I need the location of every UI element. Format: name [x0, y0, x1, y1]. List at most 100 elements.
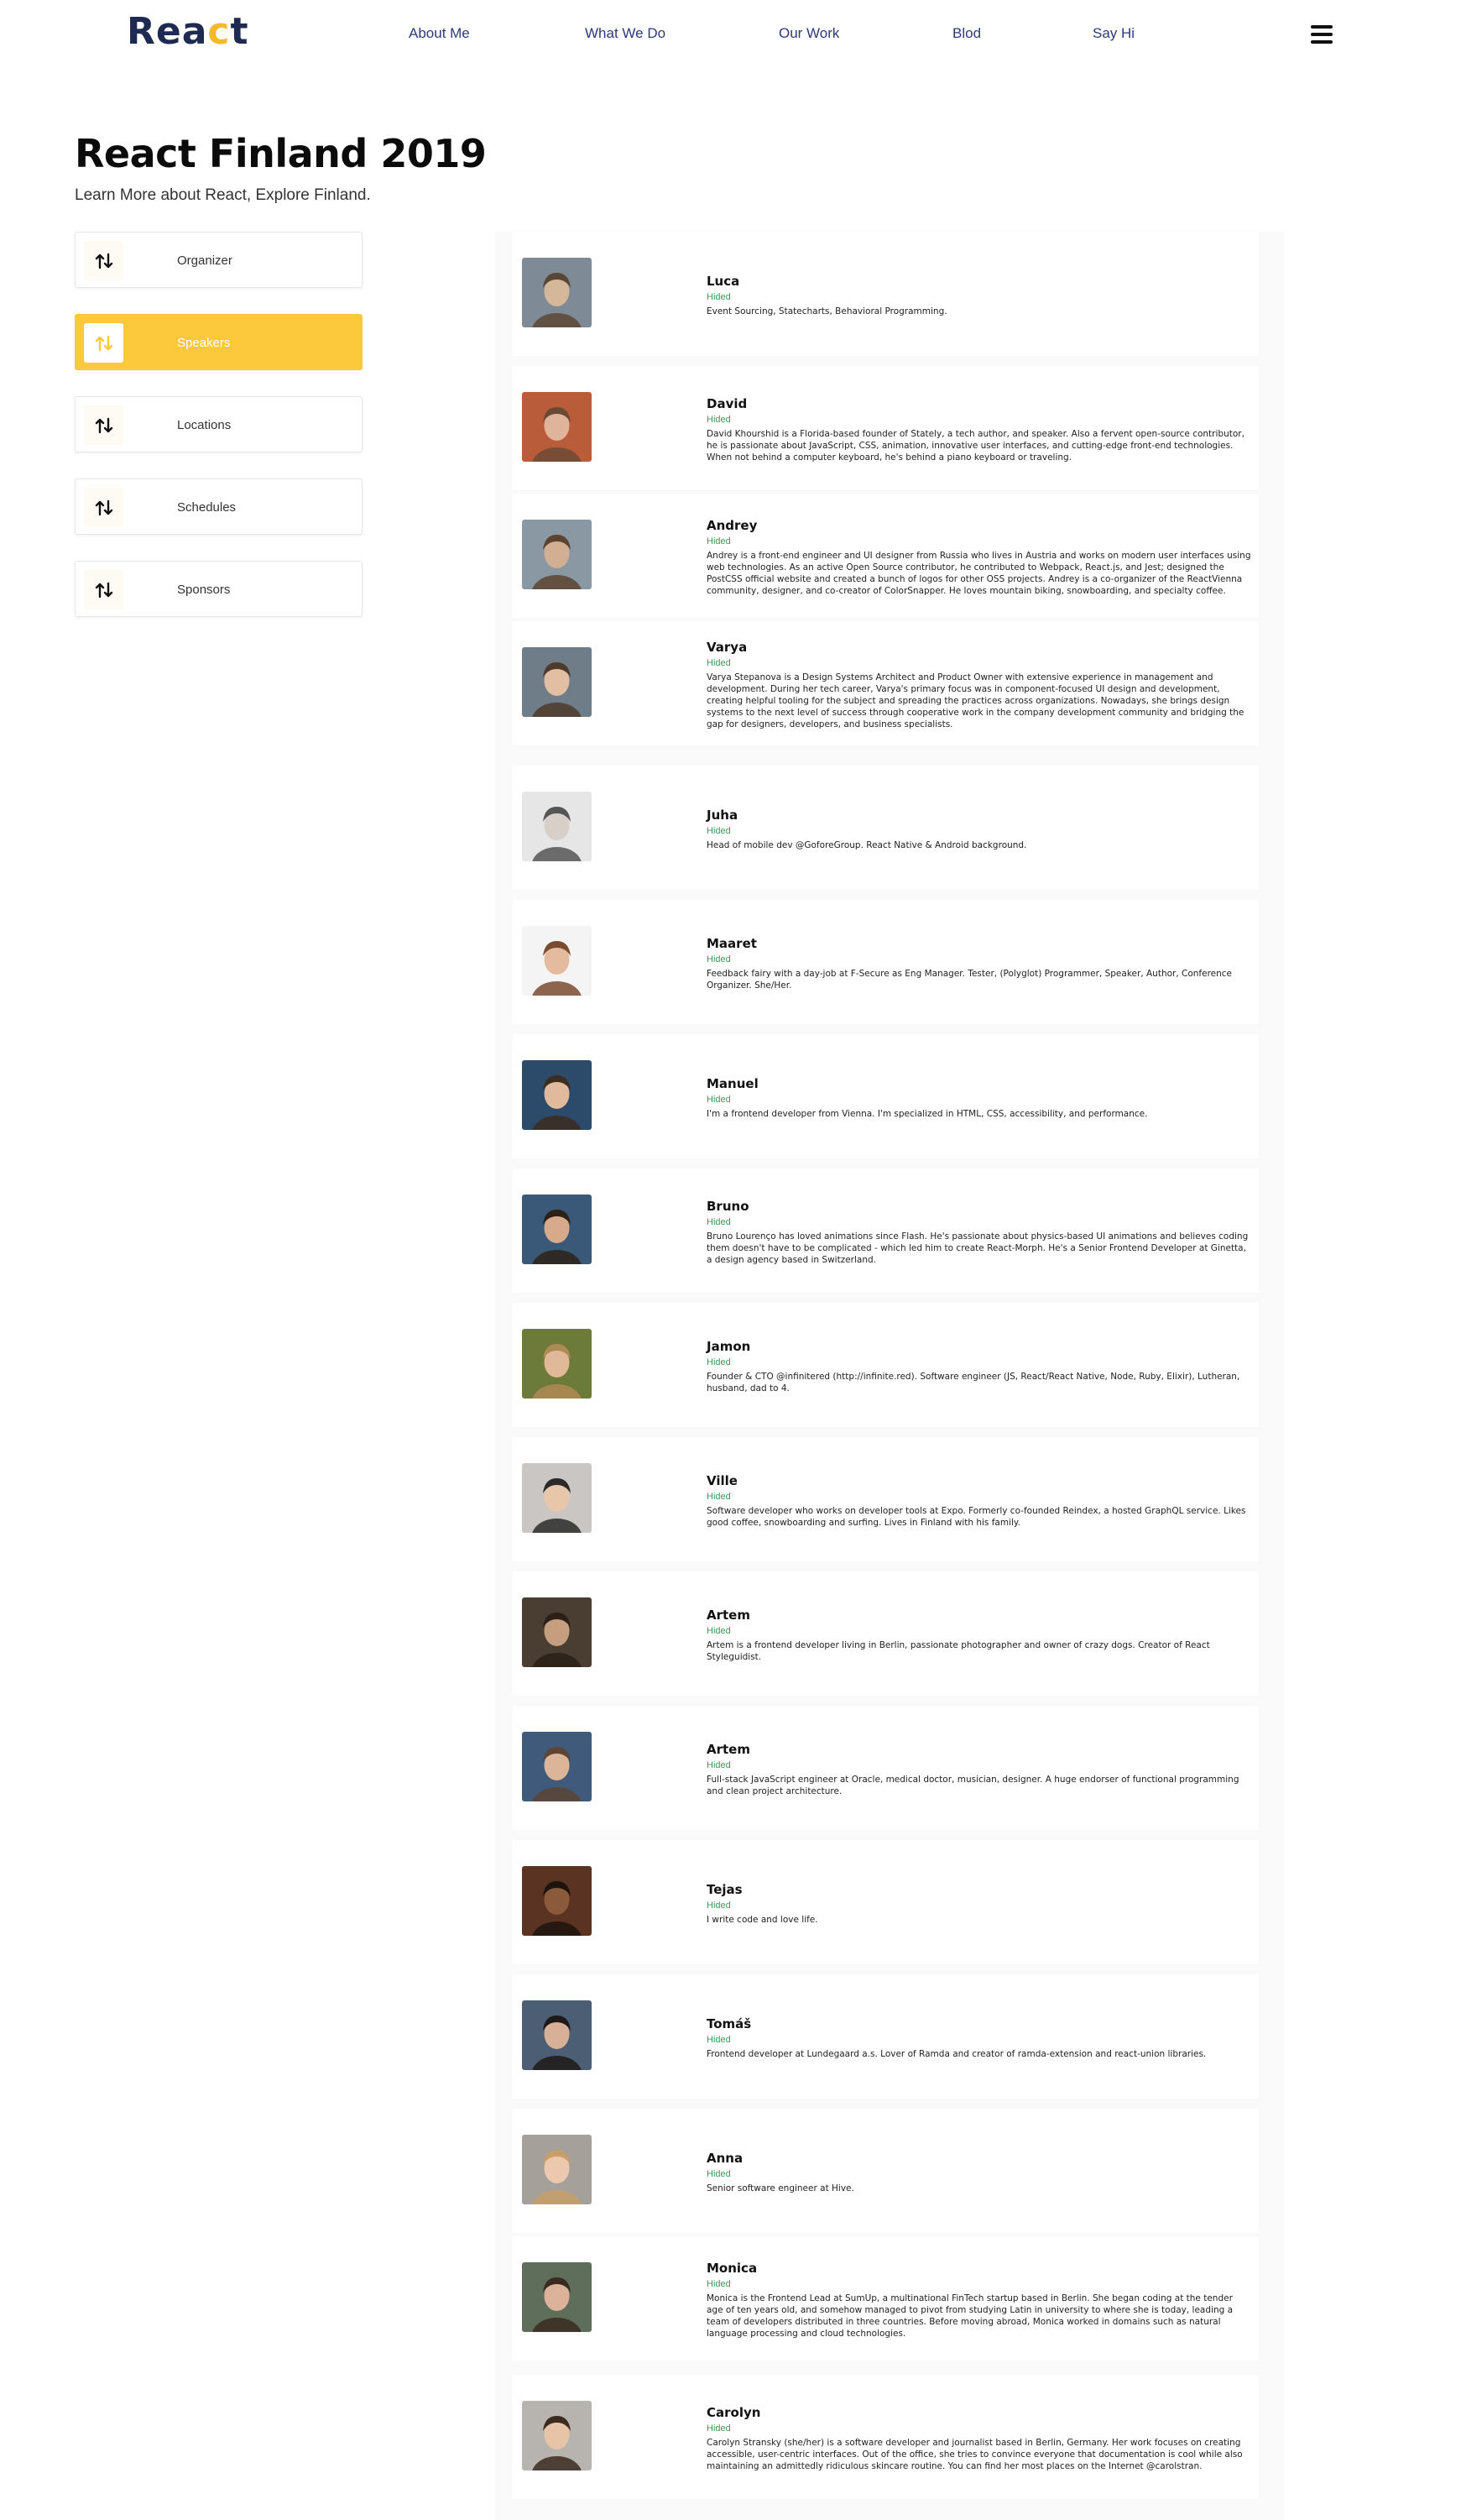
- speaker-bio-line: Organizer. She/Her.: [707, 980, 792, 991]
- speaker-card[interactable]: Tomáš Hided Frontend developer at Lundegaa…: [512, 1974, 1259, 2099]
- speaker-avatar: [522, 2262, 592, 2332]
- speaker-bio: Frontend developer at Lundegaard a.s. Lo…: [707, 2048, 1252, 2060]
- speaker-status: Hided: [707, 1357, 731, 1367]
- speaker-bio-line: development. During her tech career, Var…: [707, 684, 1220, 694]
- speaker-status: Hided: [707, 1095, 731, 1105]
- speaker-bio: Head of mobile dev @GoforeGroup. React N…: [707, 839, 1252, 851]
- speaker-bio-line: Bruno Lourenço has loved animations sinc…: [707, 1231, 1249, 1242]
- speaker-card[interactable]: Tejas Hided I write code and love life.: [512, 1840, 1259, 1964]
- page-title: React Finland 2019: [75, 131, 487, 176]
- speaker-bio-line: David Khourshid is a Florida-based found…: [707, 429, 1244, 439]
- speaker-name: Bruno: [707, 1199, 749, 1214]
- sort-arrows-icon: [84, 405, 123, 445]
- speaker-bio: Varya Stepanova is a Design Systems Arch…: [707, 672, 1252, 730]
- sidebar-item-sponsors[interactable]: Sponsors: [75, 561, 363, 617]
- speaker-avatar: [522, 1329, 592, 1399]
- sidebar-item-label: Schedules: [177, 500, 237, 515]
- speaker-card[interactable]: Varya Hided Varya Stepanova is a Design Sy…: [512, 621, 1259, 745]
- speaker-card[interactable]: Maaret Hided Feedback fairy with a day-job…: [512, 900, 1259, 1024]
- speaker-avatar: [522, 2401, 592, 2470]
- speaker-bio: Founder & CTO @infinitered (http://infin…: [707, 1371, 1252, 1394]
- speaker-bio-line: Software developer who works on develope…: [707, 1506, 1246, 1516]
- sidebar-item-organizer[interactable]: Organizer: [75, 232, 363, 288]
- speaker-card[interactable]: Artem Hided Full-stack JavaScript engineer…: [512, 1706, 1259, 1830]
- speaker-bio-line: he is passionate about JavaScript, CSS, …: [707, 441, 1234, 451]
- speaker-bio-line: a design agency based in Switzerland.: [707, 1255, 877, 1265]
- speaker-bio-line: Varya Stepanova is a Design Systems Arch…: [707, 672, 1213, 682]
- speaker-avatar: [522, 2135, 592, 2204]
- speaker-name: Andrey: [707, 518, 758, 533]
- speaker-card[interactable]: Manuel Hided I'm a frontend developer from…: [512, 1034, 1259, 1158]
- nav-about-me[interactable]: About Me: [409, 25, 470, 42]
- speaker-bio-line: language processing and cloud technologi…: [707, 2329, 906, 2339]
- sidebar-item-schedules[interactable]: Schedules: [75, 478, 363, 535]
- speaker-bio: Software developer who works on develope…: [707, 1505, 1252, 1529]
- speaker-bio-line: team of developers distributed in three …: [707, 2317, 1221, 2327]
- speaker-status: Hided: [707, 1626, 731, 1636]
- speaker-card[interactable]: Jamon Hided Founder & CTO @infinitered (ht…: [512, 1303, 1259, 1427]
- speaker-name: Carolyn: [707, 2405, 761, 2420]
- speaker-avatar: [522, 1060, 592, 1130]
- nav-say-hi[interactable]: Say Hi: [1093, 25, 1135, 42]
- speaker-status: Hided: [707, 2423, 731, 2434]
- speaker-status: Hided: [707, 954, 731, 965]
- speaker-bio-line: gap for designers, developers, and busin…: [707, 719, 953, 729]
- speaker-card[interactable]: Artem Hided Artem is a frontend developer …: [512, 1571, 1259, 1696]
- speaker-bio-line: Frontend developer at Lundegaard a.s. Lo…: [707, 2049, 1207, 2059]
- speaker-list: Luca Hided Event Sourcing, Statecharts, Be…: [495, 232, 1284, 2520]
- speaker-name: Juha: [707, 808, 738, 823]
- speaker-name: Anna: [707, 2151, 744, 2166]
- sidebar-item-label: Speakers: [177, 336, 231, 350]
- sidebar-item-label: Organizer: [177, 254, 232, 268]
- speaker-card[interactable]: Carolyn Hided Carolyn Stransky (she/her) i…: [512, 2375, 1259, 2499]
- speaker-avatar: [522, 392, 592, 462]
- speaker-card[interactable]: Andrey Hided Andrey is a front-end enginee…: [512, 494, 1259, 618]
- speaker-status: Hided: [707, 2169, 731, 2179]
- speaker-bio-line: PostCSS official website and created a b…: [707, 574, 1243, 584]
- speaker-status: Hided: [707, 536, 731, 546]
- sort-arrows-icon: [84, 488, 123, 527]
- speaker-bio: Bruno Lourenço has loved animations sinc…: [707, 1231, 1252, 1266]
- sidebar-item-speakers[interactable]: Speakers: [75, 314, 363, 370]
- speaker-avatar: [522, 1597, 592, 1667]
- speaker-card[interactable]: Monica Hided Monica is the Frontend Lead a…: [512, 2236, 1259, 2361]
- site-header: React About Me What We Do Our Work Blod …: [0, 0, 1461, 71]
- speaker-bio-line: Senior software engineer at Hive.: [707, 2183, 854, 2193]
- speaker-bio: Artem is a frontend developer living in …: [707, 1639, 1252, 1663]
- speaker-bio-line: Andrey is a front-end engineer and UI de…: [707, 551, 1251, 561]
- speaker-bio-line: web technologies. As an active Open Sour…: [707, 562, 1224, 572]
- speaker-bio-line: accessible, user-centric interfaces. Out…: [707, 2449, 1243, 2460]
- speaker-bio: Event Sourcing, Statecharts, Behavioral …: [707, 306, 1252, 317]
- speaker-bio: Andrey is a front-end engineer and UI de…: [707, 550, 1252, 597]
- speaker-bio: Feedback fairy with a day-job at F-Secur…: [707, 968, 1252, 991]
- speaker-name: Maaret: [707, 936, 757, 951]
- speaker-avatar: [522, 647, 592, 717]
- speaker-card[interactable]: Luca Hided Event Sourcing, Statecharts, Be…: [512, 232, 1259, 356]
- speaker-name: Tejas: [707, 1882, 743, 1897]
- speaker-bio-line: and clean project architecture.: [707, 1786, 843, 1796]
- sidebar-item-locations[interactable]: Locations: [75, 396, 363, 452]
- hamburger-icon[interactable]: [1311, 25, 1333, 45]
- speaker-bio-line: them doesn't have to be complicated - wh…: [707, 1243, 1246, 1253]
- speaker-status: Hided: [707, 1900, 731, 1911]
- nav-blog[interactable]: Blod: [952, 25, 981, 42]
- speaker-card[interactable]: Juha Hided Head of mobile dev @GoforeGroup…: [512, 766, 1259, 890]
- speaker-name: David: [707, 396, 748, 411]
- speaker-bio-line: When not behind a computer keyboard, he'…: [707, 452, 1072, 463]
- speaker-name: Tomáš: [707, 2016, 752, 2031]
- speaker-card[interactable]: David Hided David Khourshid is a Florida-b…: [512, 366, 1259, 490]
- speaker-bio-line: systems to the next level of success thr…: [707, 708, 1244, 718]
- speaker-card[interactable]: Anna Hided Senior software engineer at Hiv…: [512, 2109, 1259, 2233]
- speaker-bio: Monica is the Frontend Lead at SumUp, a …: [707, 2293, 1252, 2340]
- speaker-bio-line: good coffee, snowboarding and surfing. L…: [707, 1518, 1020, 1528]
- speaker-name: Ville: [707, 1473, 738, 1488]
- speaker-card[interactable]: Ville Hided Software developer who works o…: [512, 1437, 1259, 1561]
- speaker-card[interactable]: Bruno Hided Bruno Lourenço has loved anima…: [512, 1169, 1259, 1293]
- speaker-name: Luca: [707, 274, 740, 289]
- speaker-status: Hided: [707, 2035, 731, 2045]
- speaker-avatar: [522, 258, 592, 327]
- speaker-bio-line: husband, dad to 4.: [707, 1383, 790, 1393]
- speaker-bio-line: age of ten years old, and somehow manage…: [707, 2305, 1234, 2315]
- nav-what-we-do[interactable]: What We Do: [585, 25, 665, 42]
- nav-our-work[interactable]: Our Work: [779, 25, 839, 42]
